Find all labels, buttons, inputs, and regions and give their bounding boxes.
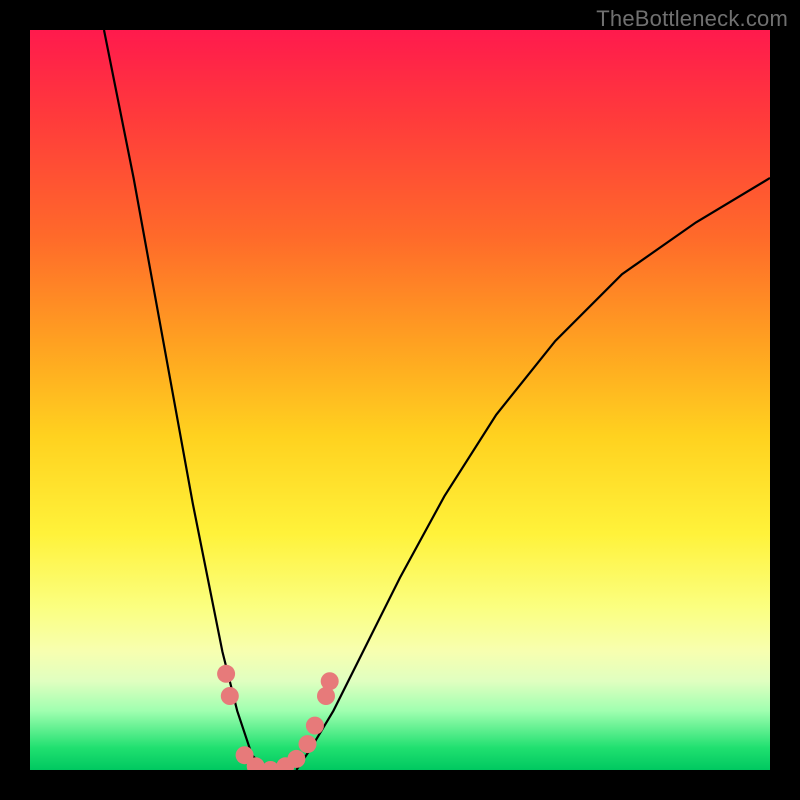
curve-right [296, 178, 770, 770]
chart-frame: TheBottleneck.com [0, 0, 800, 800]
curve-left [104, 30, 267, 770]
data-marker [321, 672, 339, 690]
data-marker [221, 687, 239, 705]
data-marker [217, 665, 235, 683]
data-marker [299, 735, 317, 753]
data-marker [287, 750, 305, 768]
data-marker [306, 717, 324, 735]
plot-area [30, 30, 770, 770]
marker-group [217, 665, 339, 770]
watermark-text: TheBottleneck.com [596, 6, 788, 32]
chart-svg [30, 30, 770, 770]
